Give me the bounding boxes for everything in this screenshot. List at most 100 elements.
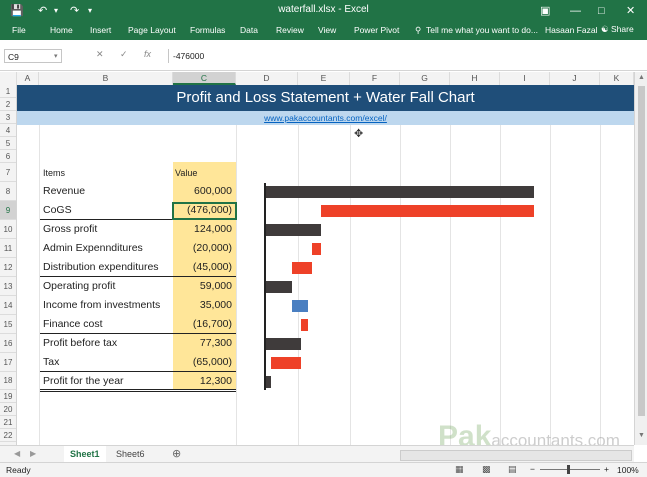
item-label[interactable]: Revenue bbox=[43, 185, 85, 197]
minimize-icon[interactable]: — bbox=[570, 3, 581, 19]
row-header[interactable]: 4 bbox=[0, 124, 16, 137]
ribbon-display-icon[interactable]: ▣ bbox=[540, 3, 550, 19]
column-header[interactable]: A bbox=[17, 72, 39, 85]
waterfall-bar-total[interactable] bbox=[266, 224, 322, 236]
scroll-up-icon[interactable]: ▲ bbox=[638, 74, 645, 81]
column-header[interactable]: C bbox=[173, 72, 236, 85]
item-label[interactable]: CoGS bbox=[43, 204, 72, 216]
tell-me-box[interactable]: Tell me what you want to do... bbox=[426, 25, 538, 35]
item-value[interactable]: (20,000) bbox=[174, 242, 232, 254]
waterfall-bar-decrease[interactable] bbox=[271, 357, 301, 369]
waterfall-bar-total[interactable] bbox=[266, 376, 272, 388]
item-label[interactable]: Distribution expenditures bbox=[43, 261, 159, 273]
item-value[interactable]: 35,000 bbox=[174, 299, 232, 311]
zoom-slider[interactable] bbox=[540, 469, 600, 470]
row-header[interactable]: 10 bbox=[0, 220, 16, 239]
item-value[interactable]: (45,000) bbox=[174, 261, 232, 273]
column-header[interactable]: B bbox=[39, 72, 173, 85]
item-value[interactable]: 12,300 bbox=[174, 375, 232, 387]
row-header[interactable]: 1 bbox=[0, 85, 16, 98]
row-header[interactable]: 5 bbox=[0, 137, 16, 150]
row-header[interactable]: 16 bbox=[0, 334, 16, 353]
page-layout-view-icon[interactable]: ▩ bbox=[482, 464, 491, 475]
column-header[interactable]: F bbox=[350, 72, 400, 85]
tab-view[interactable]: View bbox=[318, 25, 336, 35]
row-header[interactable]: 6 bbox=[0, 150, 16, 163]
column-header[interactable]: J bbox=[550, 72, 600, 85]
name-box-dropdown-icon[interactable]: ▾ bbox=[54, 52, 58, 60]
row-header[interactable]: 2 bbox=[0, 98, 16, 111]
tab-review[interactable]: Review bbox=[276, 25, 304, 35]
item-label[interactable]: Operating profit bbox=[43, 280, 115, 292]
column-header[interactable]: I bbox=[500, 72, 550, 85]
tab-page-layout[interactable]: Page Layout bbox=[128, 25, 176, 35]
website-link[interactable]: www.pakaccountants.com/excel/ bbox=[264, 113, 387, 123]
row-header[interactable]: 22 bbox=[0, 429, 16, 442]
row-header[interactable]: 20 bbox=[0, 403, 16, 416]
formula-input[interactable]: -476000 bbox=[168, 49, 643, 63]
maximize-icon[interactable]: □ bbox=[598, 3, 605, 19]
row-header[interactable]: 7 bbox=[0, 163, 16, 182]
tab-insert[interactable]: Insert bbox=[90, 25, 111, 35]
item-value[interactable]: 77,300 bbox=[174, 337, 232, 349]
row-header[interactable]: 15 bbox=[0, 315, 16, 334]
column-header[interactable]: K bbox=[600, 72, 634, 85]
column-header[interactable]: H bbox=[450, 72, 500, 85]
sheet-tab-sheet6[interactable]: Sheet6 bbox=[110, 446, 151, 462]
row-header[interactable]: 14 bbox=[0, 296, 16, 315]
item-label[interactable]: Tax bbox=[43, 356, 59, 368]
add-sheet-icon[interactable]: ⊕ bbox=[172, 447, 181, 460]
item-label[interactable]: Finance cost bbox=[43, 318, 103, 330]
tab-file[interactable]: File bbox=[12, 25, 26, 35]
prev-sheet-icon[interactable]: ◀ bbox=[14, 449, 20, 458]
tab-data[interactable]: Data bbox=[240, 25, 258, 35]
tab-power-pivot[interactable]: Power Pivot bbox=[354, 25, 399, 35]
item-label[interactable]: Gross profit bbox=[43, 223, 97, 235]
cancel-icon[interactable]: ✕ bbox=[96, 49, 104, 60]
scroll-down-icon[interactable]: ▼ bbox=[638, 432, 645, 439]
column-header[interactable]: E bbox=[298, 72, 350, 85]
row-header[interactable]: 19 bbox=[0, 390, 16, 403]
zoom-out-icon[interactable]: − bbox=[530, 464, 535, 474]
waterfall-bar-decrease[interactable] bbox=[292, 262, 313, 274]
waterfall-bar-decrease[interactable] bbox=[300, 319, 308, 331]
row-header[interactable]: 3 bbox=[0, 111, 16, 124]
share-button[interactable]: ☯ Share bbox=[598, 24, 637, 36]
normal-view-icon[interactable]: ▦ bbox=[455, 464, 464, 475]
item-label[interactable]: Profit before tax bbox=[43, 337, 117, 349]
row-header[interactable]: 21 bbox=[0, 416, 16, 429]
item-label[interactable]: Admin Expennditures bbox=[43, 242, 143, 254]
row-header[interactable]: 9 bbox=[0, 201, 16, 220]
waterfall-bar-increase[interactable] bbox=[292, 300, 308, 312]
item-value[interactable]: 59,000 bbox=[174, 280, 232, 292]
item-value[interactable]: 600,000 bbox=[174, 185, 232, 197]
horizontal-scrollbar[interactable] bbox=[400, 450, 632, 461]
tab-home[interactable]: Home bbox=[50, 25, 73, 35]
enter-icon[interactable]: ✓ bbox=[120, 49, 128, 60]
zoom-in-icon[interactable]: + bbox=[604, 464, 609, 474]
row-header[interactable]: 8 bbox=[0, 182, 16, 201]
next-sheet-icon[interactable]: ▶ bbox=[30, 449, 36, 458]
row-header[interactable]: 11 bbox=[0, 239, 16, 258]
column-header[interactable]: G bbox=[400, 72, 450, 85]
column-header[interactable]: D bbox=[236, 72, 298, 85]
waterfall-bar-total[interactable] bbox=[266, 338, 301, 350]
row-header[interactable]: 12 bbox=[0, 258, 16, 277]
waterfall-bar-decrease[interactable] bbox=[312, 243, 322, 255]
item-value[interactable]: (65,000) bbox=[174, 356, 232, 368]
item-value[interactable]: 124,000 bbox=[174, 223, 232, 235]
zoom-level[interactable]: 100% bbox=[617, 465, 639, 475]
waterfall-bar-decrease[interactable] bbox=[321, 205, 534, 217]
item-label[interactable]: Profit for the year bbox=[43, 375, 124, 387]
vertical-scrollbar[interactable]: ▲ ▼ bbox=[634, 72, 647, 445]
zoom-slider-thumb[interactable] bbox=[567, 465, 570, 474]
scroll-thumb[interactable] bbox=[638, 86, 645, 416]
waterfall-bar-total[interactable] bbox=[266, 186, 534, 198]
selected-cell[interactable] bbox=[172, 202, 237, 220]
page-break-view-icon[interactable]: ▤ bbox=[508, 464, 517, 475]
tab-formulas[interactable]: Formulas bbox=[190, 25, 225, 35]
select-all-button[interactable] bbox=[0, 72, 17, 85]
insert-function-icon[interactable]: fx bbox=[144, 49, 151, 59]
close-icon[interactable]: ✕ bbox=[626, 3, 635, 19]
user-name[interactable]: Hasaan Fazal bbox=[545, 25, 597, 35]
